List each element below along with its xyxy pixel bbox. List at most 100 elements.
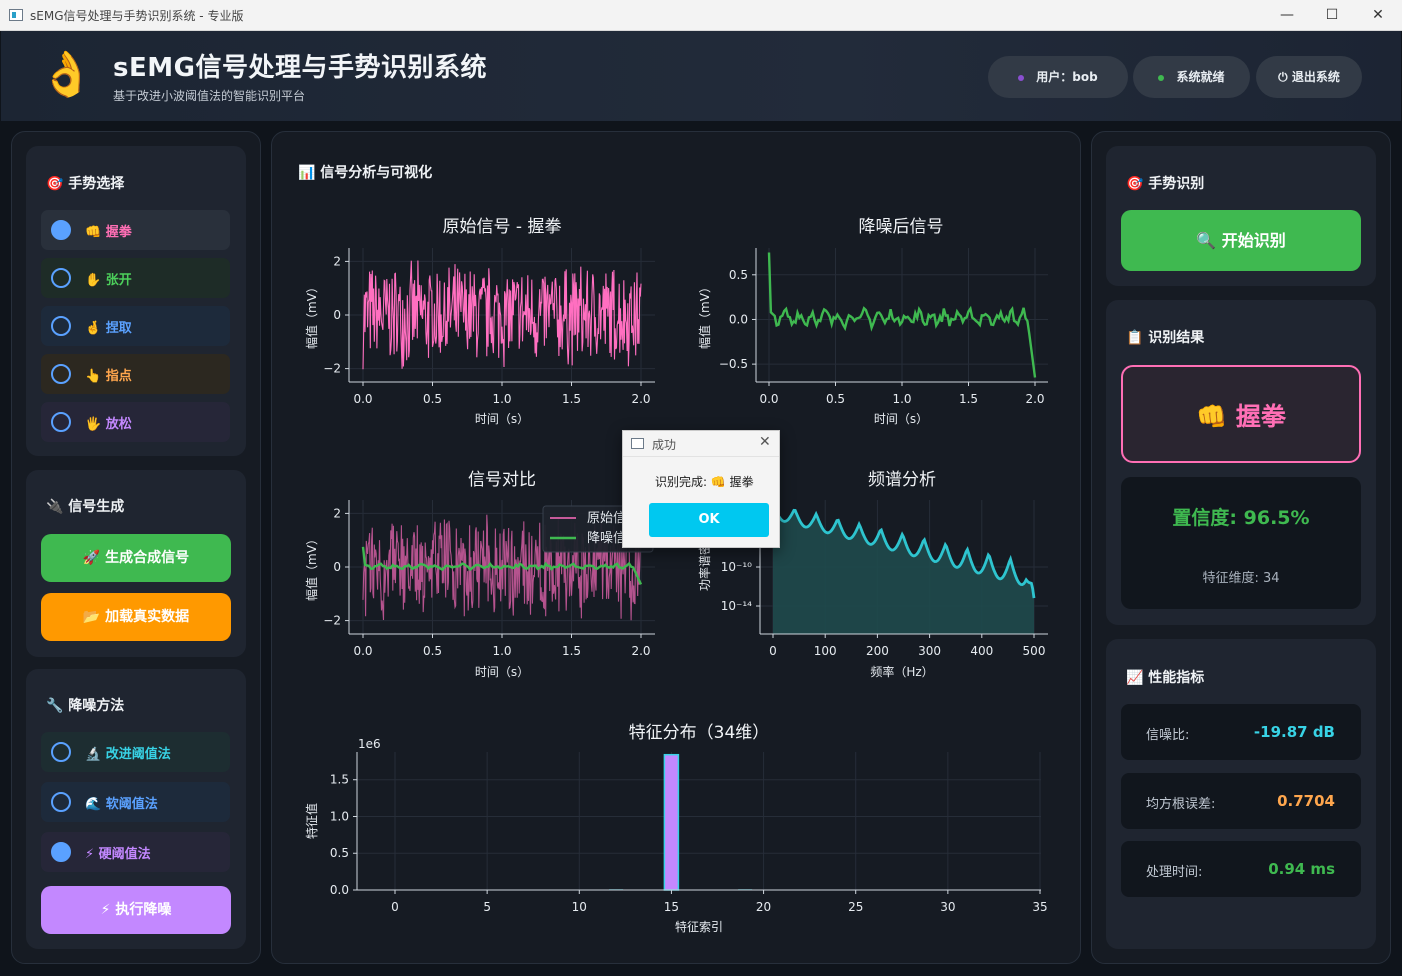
confidence-box: 置信度: 96.5% 特征维度: 34	[1121, 477, 1361, 609]
right-panel: 🎯 手势识别 🔍 开始识别 📋 识别结果 👊 握拳 置信度: 96.5% 特征维…	[1091, 131, 1391, 964]
confidence-value: 置信度: 96.5%	[1172, 507, 1310, 529]
denoised-xlabel: 时间（s）	[874, 412, 928, 426]
radio-relax[interactable]	[51, 412, 71, 432]
logout-button[interactable]: ⏻ 退出系统	[1256, 56, 1362, 98]
dialog-app-icon	[631, 438, 644, 449]
run-denoise-button[interactable]: ⚡ 执行降噪	[41, 886, 231, 934]
plots-canvas: 原始信号 - 握拳 时间（s） 幅值（mV） 0.0 0.5 1.0 1.5 2.020…	[304, 217, 1048, 934]
minimize-button[interactable]: —	[1264, 0, 1310, 31]
user-icon	[1018, 74, 1025, 81]
cmp-ytick-label: 0	[333, 560, 341, 574]
raw-signal-plot: 原始信号 - 握拳 时间（s） 幅值（mV） 0.0 0.5 1.0 1.5 2.0 2 0…	[304, 217, 655, 426]
gesture-label-point: 👆 指点	[85, 369, 132, 384]
feat-xtick-label: 0	[391, 900, 399, 914]
spec-xtick-label: 200	[866, 644, 889, 658]
denoise-title: 🔧 降噪方法	[46, 698, 125, 714]
raw-plot-title: 原始信号 - 握拳	[443, 217, 562, 237]
performance-card: 📈 性能指标 信噪比: -19.87 dB 均方根误差: 0.7704 处理时间…	[1106, 639, 1376, 949]
raw-xtick-label: 1.5	[562, 392, 581, 406]
den-xtick-label: 1.0	[892, 392, 911, 406]
dialog-close-icon[interactable]: ✕	[759, 434, 771, 450]
spectrum-xlabel: 频率（Hz）	[870, 664, 933, 679]
generate-signal-button[interactable]: 🚀 生成合成信号	[41, 534, 231, 582]
metric-snr-value: -19.87 dB	[1253, 723, 1335, 741]
den-xtick-label: 0.0	[759, 392, 778, 406]
comparison-xlabel: 时间（s）	[475, 665, 529, 679]
radio-point[interactable]	[51, 364, 71, 384]
app-subtitle: 基于改进小波阈值法的智能识别平台	[113, 89, 306, 103]
gesture-option-relax[interactable]: 🖐 放松	[41, 402, 230, 442]
feat-xtick-label: 35	[1032, 900, 1047, 914]
radio-pinch[interactable]	[51, 316, 71, 336]
gesture-label-pinch: 🤞 捏取	[85, 321, 132, 336]
feature-plot-title: 特征分布（34维）	[629, 723, 770, 743]
raw-xtick-label: 0.5	[423, 392, 442, 406]
gesture-option-point[interactable]: 👆 指点	[41, 354, 230, 394]
feat-xtick-label: 20	[756, 900, 771, 914]
denoise-label-hard: ⚡ 硬阈值法	[85, 847, 151, 862]
gesture-option-open[interactable]: ✋ 张开	[41, 258, 230, 298]
raw-xtick-label: 2.0	[631, 392, 650, 406]
dialog-message: 识别完成: 👊 握拳	[655, 475, 754, 489]
gesture-option-pinch[interactable]: 🤞 捏取	[41, 306, 230, 346]
radio-fist[interactable]	[51, 220, 71, 240]
denoise-option-hard[interactable]: ⚡ 硬阈值法	[41, 832, 230, 872]
spec-xtick-label: 400	[970, 644, 993, 658]
gesture-label-fist: 👊 握拳	[85, 225, 132, 240]
performance-title: 📈 性能指标	[1126, 670, 1205, 686]
feat-xtick-label: 10	[572, 900, 587, 914]
den-ytick-label: 0.5	[729, 268, 748, 282]
signal-gen-card: 🔌 信号生成 🚀 生成合成信号 📂 加载真实数据	[26, 470, 246, 657]
start-recognition-button[interactable]: 🔍 开始识别	[1121, 210, 1361, 271]
legend-raw-label: 原始信	[587, 511, 626, 526]
gesture-option-fist[interactable]: 👊 握拳	[41, 210, 230, 250]
raw-ytick-label: −2	[323, 362, 341, 376]
app-icon	[9, 9, 23, 21]
close-window-button[interactable]: ✕	[1355, 0, 1401, 31]
radio-hard[interactable]	[51, 842, 71, 862]
dialog-ok-button[interactable]: OK	[649, 503, 769, 537]
feat-ytick-label: 1.5	[330, 773, 349, 787]
load-data-button[interactable]: 📂 加载真实数据	[41, 593, 231, 641]
metric-rmse: 均方根误差: 0.7704	[1121, 773, 1361, 829]
user-badge[interactable]: 用户：bob	[988, 56, 1128, 98]
feature-scale-label: 1e6	[358, 737, 381, 751]
radio-soft[interactable]	[51, 792, 71, 812]
feat-xtick-label: 15	[664, 900, 679, 914]
spectrum-plot-title: 频谱分析	[868, 470, 936, 490]
radio-improved[interactable]	[51, 742, 71, 762]
metric-rmse-value: 0.7704	[1277, 792, 1335, 810]
legend-denoised-label: 降噪信	[587, 531, 626, 546]
gesture-select-card: 🎯 手势选择 👊 握拳 ✋ 张开 🤞 捏取 👆 指点 🖐 放松	[26, 146, 246, 456]
raw-ytick-label: 2	[333, 254, 341, 268]
app-header: 👌 sEMG信号处理与手势识别系统 基于改进小波阈值法的智能识别平台 用户：bo…	[1, 31, 1401, 121]
denoise-option-improved[interactable]: 🔬 改进阈值法	[41, 732, 230, 772]
raw-xlabel: 时间（s）	[475, 412, 529, 426]
result-title: 📋 识别结果	[1126, 330, 1205, 346]
feature-xlabel: 特征索引	[675, 919, 723, 934]
denoise-label-soft: 🌊 软阈值法	[85, 797, 158, 812]
radio-open[interactable]	[51, 268, 71, 288]
cmp-ytick-label: −2	[323, 614, 341, 628]
window-title: sEMG信号处理与手势识别系统 - 专业版	[30, 9, 244, 23]
status-dot-icon	[1158, 74, 1165, 81]
system-status-badge: 系统就绪	[1133, 56, 1250, 98]
app-title: sEMG信号处理与手势识别系统	[113, 53, 487, 83]
user-label: 用户：bob	[1036, 70, 1098, 84]
recognition-title: 🎯 手势识别	[1126, 176, 1205, 192]
feature-distribution-plot: 特征分布（34维） 1e6 特征索引 特征值 0 5 10 15 20 25 30 35 1.5…	[304, 723, 1048, 934]
window-titlebar: sEMG信号处理与手势识别系统 - 专业版 — ☐ ✕	[0, 0, 1402, 31]
den-xtick-label: 1.5	[959, 392, 978, 406]
spec-xtick-label: 500	[1023, 644, 1046, 658]
left-control-panel: 🎯 手势选择 👊 握拳 ✋ 张开 🤞 捏取 👆 指点 🖐 放松 🔌 信号生成 🚀…	[11, 131, 261, 964]
den-xtick-label: 2.0	[1025, 392, 1044, 406]
dialog-title: 成功	[652, 438, 677, 452]
gesture-label-open: ✋ 张开	[85, 273, 132, 288]
denoise-option-soft[interactable]: 🌊 软阈值法	[41, 782, 230, 822]
maximize-button[interactable]: ☐	[1309, 0, 1355, 31]
metric-snr: 信噪比: -19.87 dB	[1121, 704, 1361, 760]
logout-label: ⏻ 退出系统	[1278, 70, 1340, 84]
metric-time-label: 处理时间:	[1146, 865, 1203, 880]
comparison-plot-title: 信号对比	[468, 470, 536, 490]
den-ytick-label: 0.0	[729, 312, 748, 326]
